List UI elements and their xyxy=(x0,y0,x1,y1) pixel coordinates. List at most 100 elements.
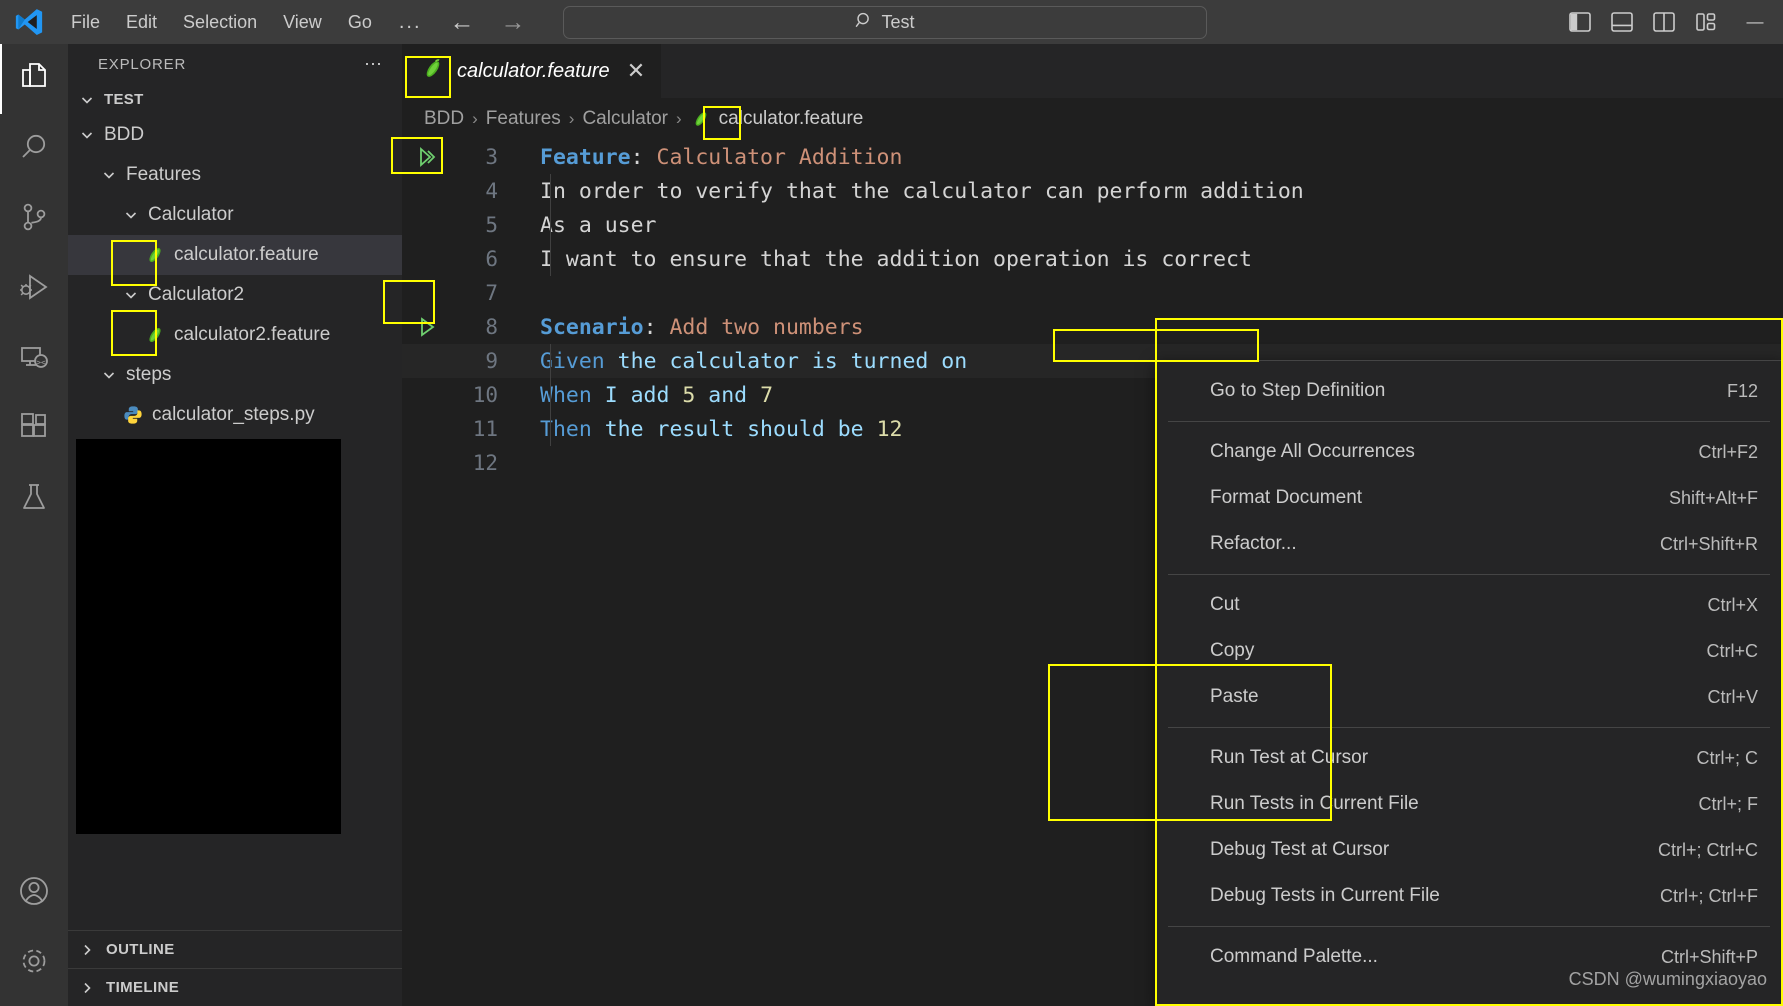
menu-item-shortcut: Ctrl+C xyxy=(1706,640,1758,661)
menu-item-label: Debug Test at Cursor xyxy=(1210,839,1390,860)
breadcrumb-item-bdd[interactable]: BDD xyxy=(424,108,464,130)
menu-separator xyxy=(1168,727,1770,728)
menu-selection[interactable]: Selection xyxy=(170,6,270,38)
punct: : xyxy=(630,144,644,170)
chevron-down-icon xyxy=(76,128,98,142)
toggle-secondary-sidebar-icon[interactable] xyxy=(1643,0,1685,44)
keyword-then: Then xyxy=(540,416,592,442)
menu-item-copy[interactable]: Copy Ctrl+C xyxy=(1156,628,1782,674)
menu-item-label: Change All Occurrences xyxy=(1210,441,1415,462)
breadcrumb-label: BDD xyxy=(424,108,465,129)
code-text: Given the calculator is turned on xyxy=(502,349,967,374)
arrow-right-icon[interactable]: → xyxy=(501,9,526,35)
step-text: the result should be xyxy=(591,416,877,442)
timeline-section[interactable]: TIMELINE xyxy=(68,968,402,1006)
keyword-when: When xyxy=(540,382,592,408)
tree-item-bdd[interactable]: BDD xyxy=(68,115,402,155)
tree-item-features[interactable]: Features xyxy=(68,155,402,195)
terminal-black-panel xyxy=(76,439,341,834)
watermark: CSDN @wumingxiaoyao xyxy=(1568,969,1767,989)
tree-item-label: calculator.feature xyxy=(174,244,319,265)
indent-guide xyxy=(550,378,551,412)
breadcrumb-item-file[interactable]: calculator.feature xyxy=(690,108,864,130)
tree-item-calculator[interactable]: Calculator xyxy=(68,195,402,235)
activity-manage-settings[interactable] xyxy=(0,928,68,998)
code-text: Feature: Calculator Addition xyxy=(502,145,902,170)
toggle-panel-icon[interactable] xyxy=(1601,0,1643,44)
outline-section[interactable]: OUTLINE xyxy=(68,930,402,968)
toggle-primary-sidebar-icon[interactable] xyxy=(1559,0,1601,44)
arrow-left-icon[interactable]: ← xyxy=(450,9,475,35)
code-line-8: 8 Scenario: Add two numbers xyxy=(402,310,1783,344)
indent-guide xyxy=(550,208,551,242)
tree-item-steps[interactable]: steps xyxy=(68,355,402,395)
breadcrumb-item-calculator[interactable]: Calculator xyxy=(582,108,668,130)
menu-item-label: Run Tests in Current File xyxy=(1210,793,1419,814)
account-icon xyxy=(18,875,50,912)
explorer-header: EXPLORER ⋯ xyxy=(68,44,402,84)
activity-accounts[interactable] xyxy=(0,858,68,928)
menu-item-debug-tests-in-current-file[interactable]: Debug Tests in Current File Ctrl+; Ctrl+F xyxy=(1156,873,1782,919)
menu-item-label: Debug Tests in Current File xyxy=(1210,885,1440,906)
menu-go[interactable]: Go xyxy=(335,6,385,38)
activity-bar-bottom xyxy=(0,858,68,998)
keyword-scenario: Scenario xyxy=(540,314,644,340)
editor-tab-bar: calculator.feature ✕ xyxy=(402,44,1783,98)
files-icon xyxy=(17,60,51,99)
activity-remote-explorer[interactable]: >< xyxy=(0,324,68,394)
search-icon xyxy=(855,11,874,35)
tree-item-calculator-feature[interactable]: calculator.feature xyxy=(68,235,402,275)
explorer-more-actions-icon[interactable]: ⋯ xyxy=(364,54,384,75)
run-test-icon[interactable] xyxy=(402,315,454,339)
workspace-root-row[interactable]: TEST xyxy=(68,84,402,115)
tab-calculator-feature[interactable]: calculator.feature ✕ xyxy=(402,44,663,98)
indent-guide xyxy=(550,174,551,208)
menu-separator xyxy=(1168,421,1770,422)
menu-edit[interactable]: Edit xyxy=(113,6,170,38)
vscode-logo-icon xyxy=(0,0,58,44)
menu-file[interactable]: File xyxy=(58,6,113,38)
menu-item-run-test-at-cursor[interactable]: Run Test at Cursor Ctrl+; C xyxy=(1156,735,1782,781)
menu-overflow-icon[interactable]: ... xyxy=(385,11,436,34)
code-line-6: 6 I want to ensure that the addition ope… xyxy=(402,242,1783,276)
menu-item-shortcut: Ctrl+; Ctrl+C xyxy=(1657,839,1758,860)
tree-item-label: Calculator2 xyxy=(148,284,245,305)
tab-label: calculator.feature xyxy=(457,59,610,82)
breadcrumb-label: calculator.feature xyxy=(718,108,864,129)
breadcrumb-item-features[interactable]: Features xyxy=(486,108,561,130)
menu-item-label: Cut xyxy=(1210,594,1240,615)
cucumber-icon xyxy=(690,108,712,130)
activity-run-and-debug[interactable] xyxy=(0,254,68,324)
search-input[interactable]: Test xyxy=(563,6,1207,39)
menu-item-format-document[interactable]: Format Document Shift+Alt+F xyxy=(1156,475,1782,521)
customize-layout-icon[interactable] xyxy=(1685,0,1727,44)
menu-item-shortcut: Ctrl+F2 xyxy=(1698,441,1758,462)
minimize-button[interactable]: — xyxy=(1727,0,1783,44)
menu-item-label: Format Document xyxy=(1210,487,1363,508)
menu-item-debug-test-at-cursor[interactable]: Debug Test at Cursor Ctrl+; Ctrl+C xyxy=(1156,827,1782,873)
run-test-icon[interactable] xyxy=(402,145,454,169)
menu-item-go-to-step-definition[interactable]: Go to Step Definition F12 xyxy=(1156,368,1782,414)
chevron-right-icon xyxy=(76,943,98,957)
activity-search[interactable] xyxy=(0,114,68,184)
editor-context-menu[interactable]: Go to Step Definition F12 Change All Occur… xyxy=(1155,360,1783,1006)
tree-item-calculator2[interactable]: Calculator2 xyxy=(68,275,402,315)
activity-extensions[interactable] xyxy=(0,394,68,464)
menu-view[interactable]: View xyxy=(270,6,335,38)
menu-item-cut[interactable]: Cut Ctrl+X xyxy=(1156,582,1782,628)
line-number: 6 xyxy=(485,247,498,271)
menu-item-change-all-occurrences[interactable]: Change All Occurrences Ctrl+F2 xyxy=(1156,429,1782,475)
menu-item-refactor[interactable]: Refactor... Ctrl+Shift+R xyxy=(1156,521,1782,567)
file-tree: BDD Features Calculator calculator.feature C… xyxy=(68,115,402,930)
tree-item-calculator-steps-py[interactable]: calculator_steps.py xyxy=(68,395,402,435)
close-icon[interactable]: ✕ xyxy=(627,60,645,82)
activity-explorer[interactable] xyxy=(0,44,68,114)
tree-item-calculator2-feature[interactable]: calculator2.feature xyxy=(68,315,402,355)
activity-testing[interactable] xyxy=(0,464,68,534)
activity-source-control[interactable] xyxy=(0,184,68,254)
menu-item-label: Command Palette... xyxy=(1210,946,1378,967)
menu-item-run-tests-in-current-file[interactable]: Run Tests in Current File Ctrl+; F xyxy=(1156,781,1782,827)
menu-item-paste[interactable]: Paste Ctrl+V xyxy=(1156,674,1782,720)
number-literal: 12 xyxy=(876,416,903,442)
breadcrumb-separator-icon: › xyxy=(568,109,575,128)
